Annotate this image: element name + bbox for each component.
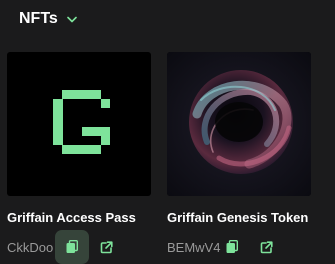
copy-icon <box>66 240 79 253</box>
open-link-button[interactable] <box>249 230 283 264</box>
nfts-dropdown[interactable]: NFTs <box>19 8 77 30</box>
nft-address: BEMwV4 <box>167 239 221 255</box>
section-title: NFTs <box>19 10 58 27</box>
copy-address-button[interactable] <box>215 230 249 264</box>
pixel-letter-g-logo <box>53 90 110 154</box>
nft-name: Griffain Genesis Token <box>167 210 309 225</box>
swirl-orb-artwork <box>167 52 311 196</box>
nft-card[interactable]: Griffain Genesis Token BEMwV4 <box>167 52 311 255</box>
open-link-button[interactable] <box>89 230 123 264</box>
nft-card[interactable]: Griffain Access Pass CkkDoo <box>7 52 151 264</box>
nft-meta: BEMwV4 <box>167 230 283 264</box>
nft-meta: CkkDoo <box>7 230 123 264</box>
copy-icon <box>226 240 239 253</box>
external-link-icon <box>260 240 273 253</box>
copy-address-button[interactable] <box>55 230 90 264</box>
external-link-icon <box>100 240 113 253</box>
nft-name: Griffain Access Pass <box>7 210 136 225</box>
nft-address: CkkDoo <box>7 239 54 255</box>
nft-image[interactable] <box>7 52 151 196</box>
nft-image[interactable] <box>167 52 311 196</box>
chevron-down-icon <box>67 16 77 22</box>
